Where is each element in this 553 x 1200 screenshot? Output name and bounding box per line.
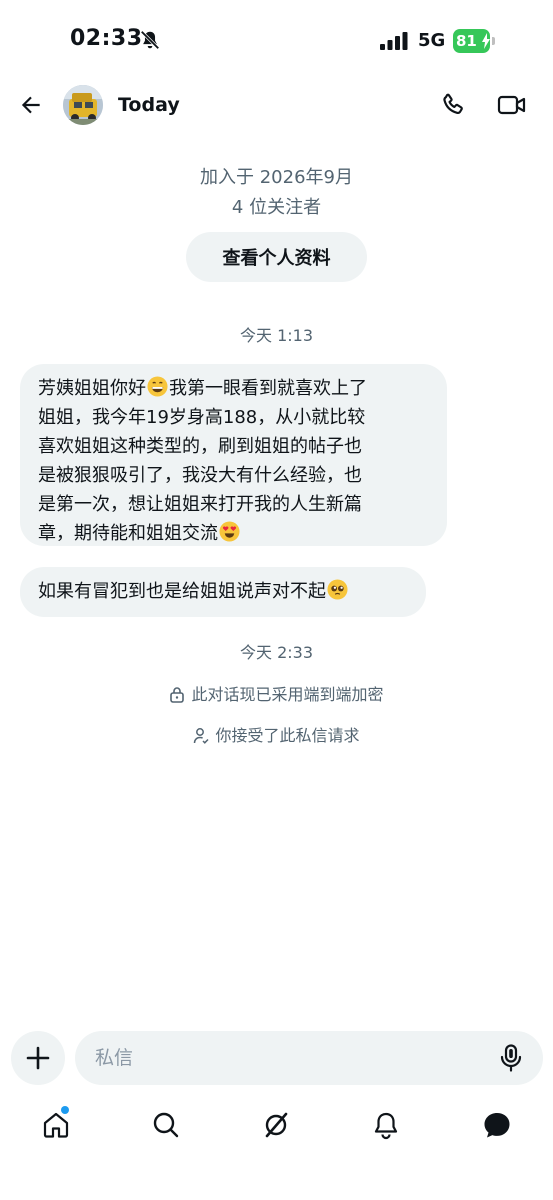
battery-indicator: 81 [453, 29, 497, 53]
message-line: 芳姨姐姐你好 我第一眼看到就喜欢上了 [38, 374, 429, 403]
message-line: 章，期待能和姐姐交流 [38, 519, 429, 548]
pleading-face-emoji-icon [327, 579, 348, 600]
bell-muted-icon [140, 30, 160, 50]
conversation-title[interactable]: Today [118, 94, 180, 116]
message-text: 芳姨姐姐你好 [38, 378, 146, 399]
back-arrow-icon[interactable] [18, 92, 44, 118]
conversation-header: Today [0, 80, 553, 132]
signal-icon [380, 32, 408, 50]
message-line: 是被狠狠吸引了，我没大有什么经验，也 [38, 465, 362, 486]
message-input[interactable] [95, 1031, 485, 1085]
search-icon[interactable] [151, 1110, 181, 1140]
home-icon[interactable] [41, 1110, 71, 1140]
avatar[interactable] [63, 85, 103, 125]
bell-icon[interactable] [371, 1110, 401, 1140]
message-bubble[interactable]: 芳姨姐姐你好 我第一眼看到就喜欢上了 姐姐，我今年19岁身高188，从小就比较 … [20, 364, 447, 546]
join-date: 加入于 2026年9月 [200, 167, 353, 188]
status-time: 02:33 [70, 26, 143, 51]
message-line: 是第一次，想让姐姐来打开我的人生新篇 [38, 494, 362, 515]
request-accepted-notice: 你接受了此私信请求 [0, 722, 553, 746]
message-line: 如果有冒犯到也是给姐姐说声对不起 [38, 577, 408, 606]
lock-icon [170, 687, 185, 703]
microphone-icon[interactable] [499, 1044, 523, 1072]
phone-icon[interactable] [440, 92, 466, 118]
message-timestamp: 今天 1:13 [239, 326, 314, 345]
add-media-button[interactable] [11, 1031, 65, 1085]
encryption-notice: 此对话现已采用端到端加密 [0, 681, 553, 705]
follower-count: 4 位关注者 [231, 197, 322, 218]
grinning-emoji-icon [147, 376, 168, 397]
message-text: 我第一眼看到就喜欢上了 [169, 378, 367, 399]
person-check-icon [194, 728, 210, 744]
network-type: 5G [418, 30, 446, 51]
message-bubble[interactable]: 如果有冒犯到也是给姐姐说声对不起 [20, 567, 426, 617]
status-bar: 02:33 5G 81 [0, 0, 553, 80]
bottom-tab-bar [0, 1100, 553, 1160]
messages-icon[interactable] [482, 1110, 512, 1140]
message-line: 喜欢姐姐这种类型的，刷到姐姐的帖子也 [38, 436, 362, 457]
plus-icon [26, 1046, 50, 1070]
grok-icon[interactable] [261, 1110, 291, 1140]
avatar-image [63, 85, 103, 125]
video-camera-icon[interactable] [497, 93, 527, 117]
battery-level: 81 [456, 32, 477, 50]
message-composer [75, 1031, 543, 1085]
message-timestamp: 今天 2:33 [239, 643, 314, 662]
message-text: 如果有冒犯到也是给姐姐说声对不起 [38, 581, 326, 602]
message-line: 姐姐，我今年19岁身高188，从小就比较 [38, 407, 366, 428]
encryption-notice-text: 此对话现已采用端到端加密 [191, 685, 384, 704]
heart-eyes-emoji-icon [219, 521, 240, 542]
notification-dot [61, 1106, 69, 1114]
request-accepted-text: 你接受了此私信请求 [215, 726, 360, 745]
charging-bolt-icon [482, 33, 490, 49]
view-profile-button[interactable]: 查看个人资料 [186, 232, 367, 282]
message-text: 章，期待能和姐姐交流 [38, 523, 218, 544]
